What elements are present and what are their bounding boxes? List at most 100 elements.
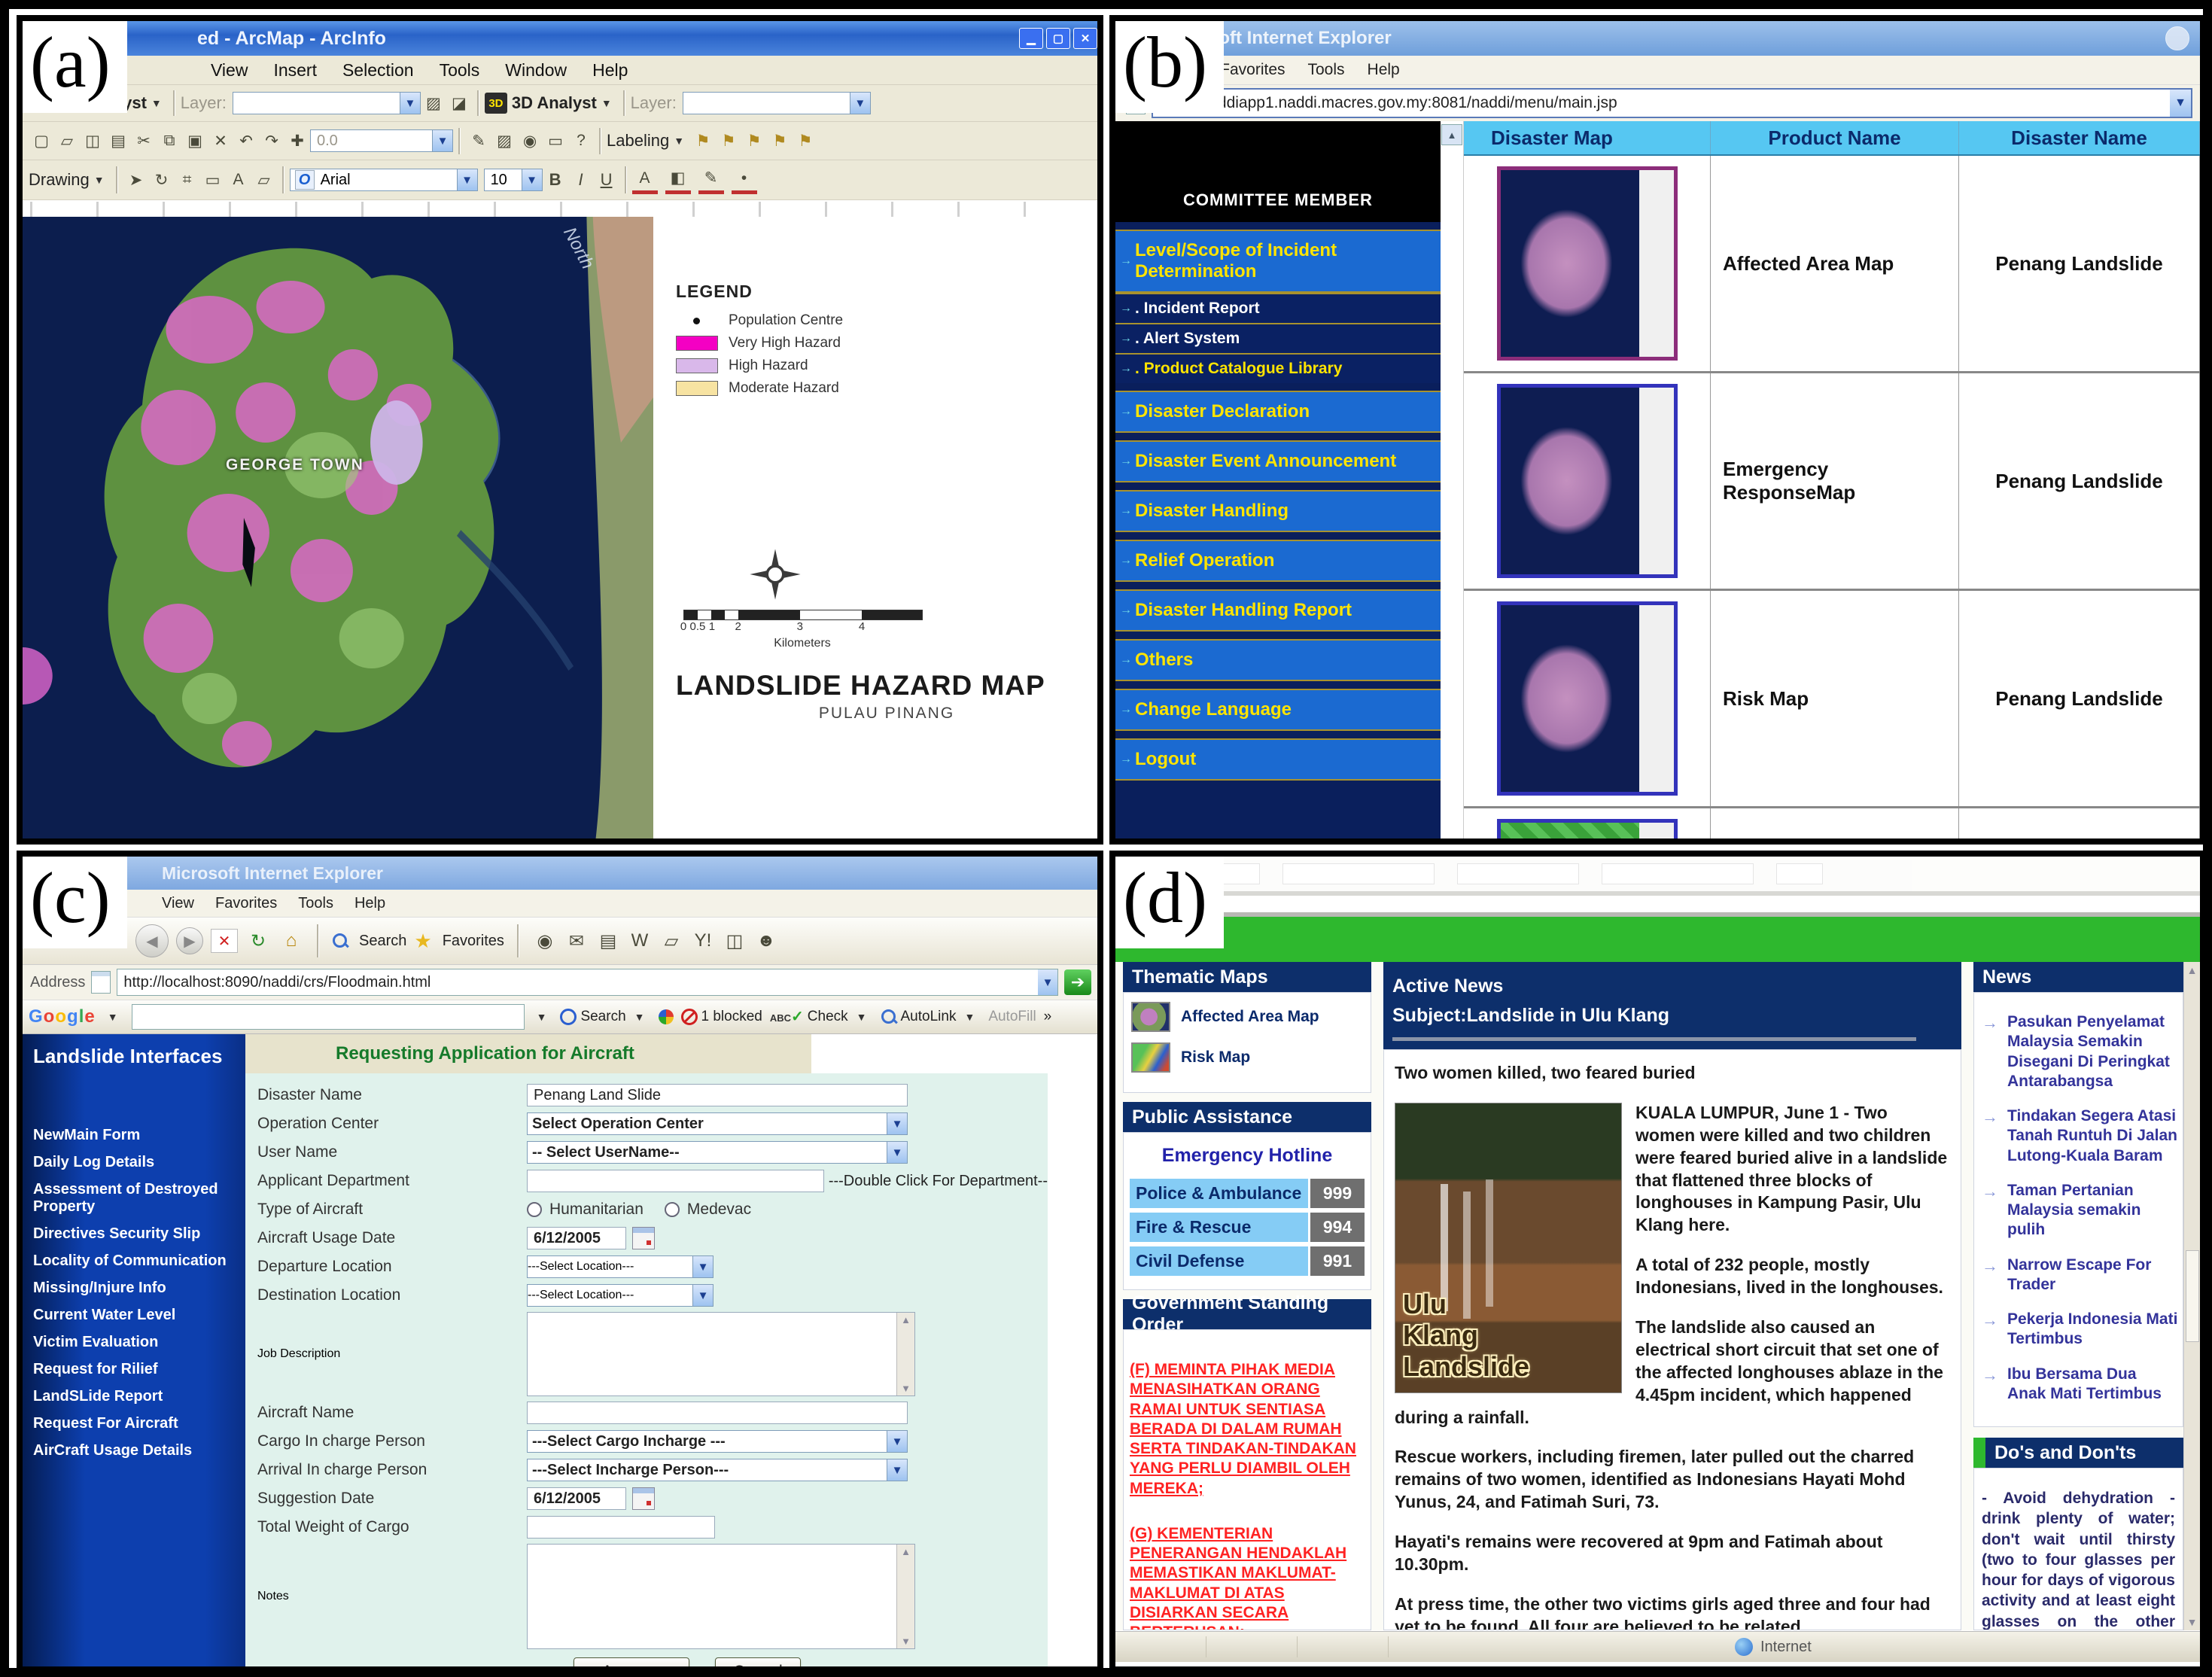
scroll-up-icon[interactable]: ▲: [1441, 124, 1462, 145]
font-color-button[interactable]: A: [631, 166, 658, 194]
google-search-input[interactable]: [131, 1004, 525, 1030]
fill-color-button[interactable]: ◧: [665, 166, 691, 194]
media-icon[interactable]: ◉: [532, 929, 558, 953]
disaster-name-input[interactable]: Penang Land Slide: [527, 1084, 908, 1106]
rectangle-tool-icon[interactable]: ▭: [200, 168, 226, 192]
sidebar-item[interactable]: NewMain Form: [33, 1127, 245, 1144]
check-label[interactable]: Check: [808, 1009, 848, 1025]
sidebar-item[interactable]: Current Water Level: [33, 1307, 245, 1324]
label-priority-icon[interactable]: ⚑: [716, 129, 741, 153]
italic-button[interactable]: I: [568, 168, 594, 192]
bold-button[interactable]: B: [543, 168, 568, 192]
humanitarian-radio[interactable]: [527, 1202, 542, 1217]
edit-vertices-icon[interactable]: ▱: [251, 168, 277, 192]
label-manager-icon[interactable]: ⚑: [690, 129, 716, 153]
rotate-icon[interactable]: ↻: [149, 168, 175, 192]
chevron-down-icon[interactable]: ▼: [456, 169, 477, 190]
news-link[interactable]: → Pasukan Penyelamat Malaysia Semakin Di…: [1982, 1012, 2178, 1091]
disaster-map-thumbnail[interactable]: [1496, 166, 1678, 361]
refresh-icon[interactable]: ↻: [245, 929, 271, 953]
cut-icon[interactable]: ✂: [131, 129, 157, 153]
medevac-radio[interactable]: [664, 1202, 680, 1217]
whats-this-help-icon[interactable]: ?: [568, 129, 594, 153]
approve-button[interactable]: Approve: [574, 1657, 689, 1666]
applicant-department-input[interactable]: [527, 1170, 824, 1192]
text-tool-icon[interactable]: A: [226, 168, 251, 192]
suggestion-date-input[interactable]: 6/12/2005: [527, 1487, 626, 1510]
menu-item[interactable]: Tools: [298, 895, 333, 912]
menu-item[interactable]: Insert: [273, 60, 317, 81]
search-icon[interactable]: [332, 933, 348, 949]
toolbox-icon[interactable]: ▨: [491, 129, 517, 153]
chevron-down-icon[interactable]: ▼: [692, 1256, 713, 1277]
sidebar-item[interactable]: Victim Evaluation: [33, 1334, 245, 1351]
lock-labels-icon[interactable]: ⚑: [767, 129, 793, 153]
favorites-star-icon[interactable]: ★: [414, 930, 431, 953]
chevron-down-icon[interactable]: ▼: [2170, 90, 2191, 117]
chevron-down-icon[interactable]: ▼: [521, 169, 542, 190]
editor-pencil-icon[interactable]: ✎: [466, 129, 491, 153]
standing-order-link[interactable]: (F) MEMINTA PIHAK MEDIA MENASIHATKAN ORA…: [1130, 1360, 1365, 1499]
add-data-icon[interactable]: ✚: [284, 129, 310, 153]
3d-analyst-menu[interactable]: 3D Analyst: [512, 93, 597, 113]
zoom-box-icon[interactable]: ⌗: [175, 168, 200, 192]
chevron-down-icon[interactable]: ▼: [1038, 969, 1057, 995]
sidebar-item[interactable]: → Disaster Declaration: [1115, 391, 1441, 433]
textarea-scrollbar[interactable]: ▲ ▼: [896, 1313, 914, 1395]
total-weight-input[interactable]: [527, 1516, 715, 1539]
menu-item[interactable]: Tools: [440, 60, 480, 81]
copy-icon[interactable]: ⧉: [157, 129, 182, 153]
autofill-label[interactable]: AutoFill: [988, 1009, 1036, 1025]
disaster-map-thumbnail[interactable]: [1496, 384, 1678, 578]
font-size-combobox[interactable]: 10 ▼: [483, 169, 543, 191]
menu-item[interactable]: Favorites: [215, 895, 277, 912]
chevron-down-icon[interactable]: ▼: [692, 1285, 713, 1306]
chevron-down-icon[interactable]: ▼: [432, 130, 452, 151]
menu-item[interactable]: Help: [354, 895, 385, 912]
destination-location-select[interactable]: ---Select Location--- ▼: [527, 1284, 713, 1307]
disaster-map-thumbnail[interactable]: [1496, 601, 1678, 796]
menu-item[interactable]: Favorites: [1220, 61, 1285, 79]
menu-item[interactable]: Window: [505, 60, 567, 81]
close-button[interactable]: ✕: [1073, 28, 1097, 49]
minimize-button[interactable]: ▁: [1019, 28, 1043, 49]
operation-center-select[interactable]: Select Operation Center ▼: [527, 1112, 908, 1135]
mail-icon[interactable]: ✉: [564, 929, 589, 953]
new-document-icon[interactable]: ▢: [29, 129, 54, 153]
menu-item[interactable]: View: [162, 895, 194, 912]
sidebar-item[interactable]: → Level/Scope of Incident Determination: [1115, 230, 1441, 293]
blocked-label[interactable]: 1 blocked: [701, 1009, 762, 1025]
menu-item[interactable]: Help: [592, 60, 628, 81]
thematic-map-item[interactable]: Risk Map: [1131, 1042, 1363, 1073]
maximize-button[interactable]: ▢: [1046, 28, 1070, 49]
address-input[interactable]: http://naddiapp1.naddi.macres.gov.my:808…: [1152, 88, 2192, 118]
user-name-select[interactable]: -- Select UserName-- ▼: [527, 1141, 908, 1164]
sidebar-item[interactable]: → Disaster Handling: [1115, 490, 1441, 532]
contour-icon[interactable]: ▨: [421, 91, 446, 115]
redo-icon[interactable]: ↷: [259, 129, 284, 153]
open-folder-icon[interactable]: ▱: [54, 129, 80, 153]
thematic-map-item[interactable]: Affected Area Map: [1131, 1002, 1363, 1032]
sidebar-item[interactable]: AirCraft Usage Details: [33, 1442, 245, 1459]
cargo-incharge-select[interactable]: ---Select Cargo Incharge --- ▼: [527, 1430, 908, 1453]
marker-color-button[interactable]: •: [731, 166, 757, 194]
sidebar-item[interactable]: → Relief Operation: [1115, 540, 1441, 582]
save-icon[interactable]: ◫: [80, 129, 105, 153]
scale-combobox[interactable]: 0.0 ▼: [310, 129, 453, 152]
calendar-icon[interactable]: [632, 1227, 655, 1249]
paste-icon[interactable]: ▣: [182, 129, 208, 153]
news-link[interactable]: → Taman Pertanian Malaysia semakin pulih: [1982, 1181, 2178, 1240]
back-icon[interactable]: ◀: [135, 924, 169, 957]
labeling-menu[interactable]: Labeling: [607, 131, 669, 151]
chevron-down-icon[interactable]: ▼: [849, 93, 870, 114]
arrival-incharge-select[interactable]: ---Select Incharge Person--- ▼: [527, 1459, 908, 1481]
sidebar-item[interactable]: Request For Aircraft: [33, 1415, 245, 1432]
news-link[interactable]: → Tindakan Segera Atasi Tanah Runtuh Di …: [1982, 1106, 2178, 1166]
camera-icon[interactable]: ◫: [722, 929, 747, 953]
sidebar-item[interactable]: → Others: [1115, 639, 1441, 681]
news-link[interactable]: → Pekerja Indonesia Mati Tertimbus: [1982, 1310, 2178, 1350]
chevron-down-icon[interactable]: ▼: [887, 1431, 907, 1452]
aircraft-usage-date-input[interactable]: 6/12/2005: [527, 1227, 626, 1249]
cancel-button[interactable]: Cancel: [715, 1657, 801, 1666]
layer-combobox-2[interactable]: ▼: [682, 92, 871, 114]
